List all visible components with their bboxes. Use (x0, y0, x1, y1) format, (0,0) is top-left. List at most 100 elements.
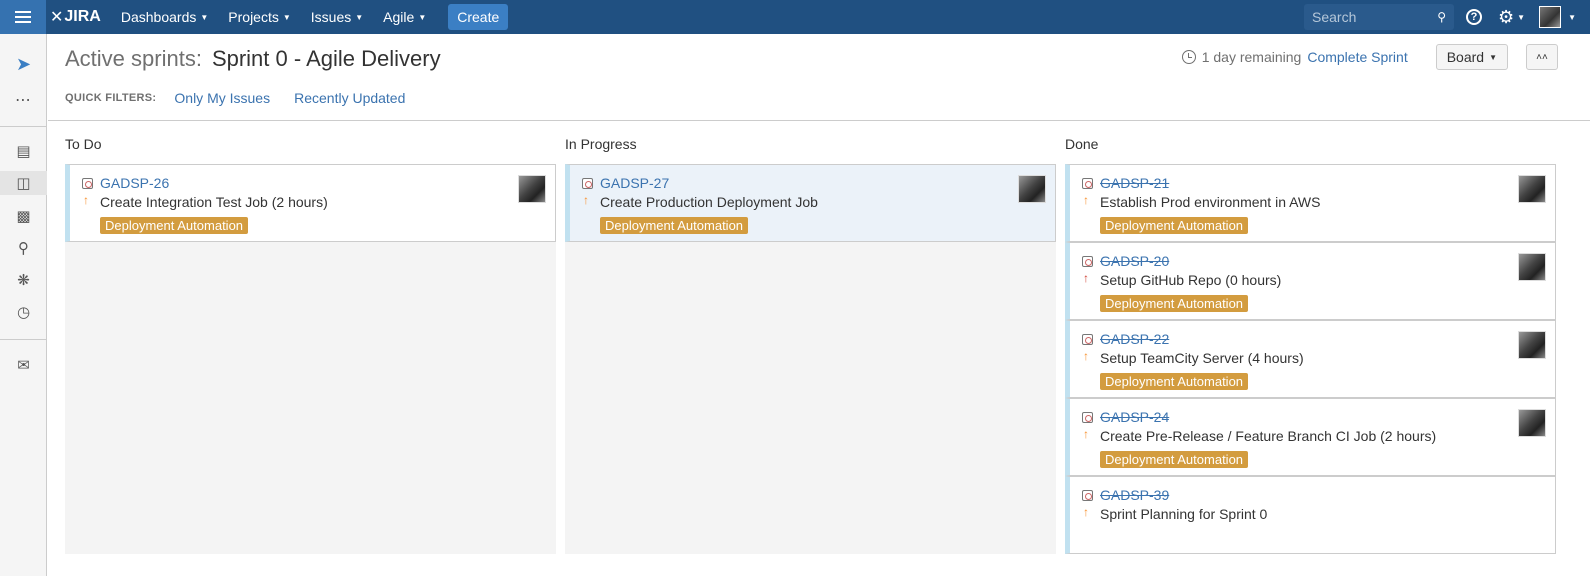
app-switcher-button[interactable] (0, 0, 46, 34)
issue-key[interactable]: GADSP-26 (100, 175, 169, 191)
page-title: Active sprints: Sprint 0 - Agile Delivery (65, 46, 441, 72)
assignee-avatar[interactable] (1518, 253, 1546, 281)
board-menu-button[interactable]: Board ▼ (1435, 44, 1508, 70)
issue-card[interactable]: GADSP-26 ↑ Create Integration Test Job (… (65, 164, 556, 242)
epic-label[interactable]: Deployment Automation (100, 217, 249, 234)
top-navigation-bar: ✕ JIRA Dashboards ▼ Projects ▼ Issues ▼ Agi… (0, 0, 1590, 34)
column-header-todo: To Do (65, 136, 102, 152)
issue-summary: Create Production Deployment Job (600, 194, 818, 210)
quick-filters-label: QUICK FILTERS: (65, 92, 157, 104)
nav-projects-label: Projects (228, 9, 279, 25)
chevron-down-icon: ▼ (282, 12, 291, 22)
issue-key[interactable]: GADSP-39 (1100, 487, 1169, 503)
epic-label[interactable]: Deployment Automation (1100, 373, 1249, 390)
column-header-done: Done (1065, 136, 1099, 152)
board-button-label: Board (1446, 49, 1485, 65)
issue-key[interactable]: GADSP-22 (1100, 331, 1169, 347)
project-rocket-icon[interactable]: ➤ (0, 50, 47, 78)
column-in-progress[interactable]: GADSP-27 ↑ Create Production Deployment … (565, 164, 1056, 554)
project-sidebar: ➤ ⋯ ▤ ◫ ▩ ⚲ ❋ ◷ ✉ (0, 34, 47, 576)
assignee-avatar[interactable] (1518, 331, 1546, 359)
task-type-icon (582, 178, 593, 189)
issue-key[interactable]: GADSP-21 (1100, 175, 1169, 191)
clock-icon (1181, 50, 1196, 64)
task-type-icon (1082, 178, 1093, 189)
active-sprints-icon[interactable]: ◫ (0, 171, 47, 195)
bug-icon[interactable]: ❋ (0, 268, 47, 292)
user-profile-menu[interactable]: ▼ (1539, 6, 1576, 28)
issue-summary: Establish Prod environment in AWS (1100, 194, 1321, 210)
priority-major-icon: ↑ (1083, 193, 1089, 207)
issue-key[interactable]: GADSP-20 (1100, 253, 1169, 269)
issue-summary: Sprint Planning for Sprint 0 (1100, 506, 1268, 522)
epic-label[interactable]: Deployment Automation (1100, 295, 1249, 312)
topbar-right-tools: Search ⚲ ? ⚙ ▼ ▼ (1304, 0, 1590, 34)
nav-issues[interactable]: Issues ▼ (301, 0, 373, 34)
assignee-avatar[interactable] (1518, 409, 1546, 437)
avatar (1539, 6, 1562, 28)
priority-critical-icon: ↑ (1083, 271, 1089, 285)
issue-summary: Setup TeamCity Server (4 hours) (1100, 350, 1304, 366)
hamburger-icon (15, 11, 31, 23)
issue-card[interactable]: GADSP-22 ↑ Setup TeamCity Server (4 hour… (1065, 320, 1556, 398)
quick-filter-only-my-issues[interactable]: Only My Issues (174, 90, 270, 106)
issue-key[interactable]: GADSP-24 (1100, 409, 1169, 425)
issue-card[interactable]: GADSP-20 ↑ Setup GitHub Repo (0 hours) D… (1065, 242, 1556, 320)
chevron-down-icon: ▼ (1568, 12, 1576, 22)
nav-dashboards[interactable]: Dashboards ▼ (111, 0, 218, 34)
create-button[interactable]: Create (448, 4, 509, 30)
priority-major-icon: ↑ (83, 193, 89, 207)
more-icon[interactable]: ⋯ (0, 88, 47, 112)
priority-major-icon: ↑ (1083, 505, 1089, 519)
issue-key[interactable]: GADSP-27 (600, 175, 669, 191)
column-todo[interactable]: GADSP-26 ↑ Create Integration Test Job (… (65, 164, 556, 554)
backlog-icon[interactable]: ▤ (0, 139, 47, 163)
double-chevron-up-icon: ˄˄ (1536, 51, 1548, 63)
page-title-prefix: Active sprints: (65, 46, 202, 71)
nav-projects[interactable]: Projects ▼ (218, 0, 301, 34)
sprint-name: Sprint 0 - Agile Delivery (211, 46, 441, 71)
issue-summary: Create Pre-Release / Feature Branch CI J… (1100, 428, 1437, 444)
releases-icon[interactable]: ◷ (0, 300, 47, 324)
header-divider (48, 120, 1590, 121)
chevron-down-icon: ▼ (200, 12, 209, 22)
issue-card[interactable]: GADSP-24 ↑ Create Pre-Release / Feature … (1065, 398, 1556, 476)
issue-card[interactable]: GADSP-39 ↑ Sprint Planning for Sprint 0 (1065, 476, 1556, 554)
issue-card[interactable]: GADSP-21 ↑ Establish Prod environment in… (1065, 164, 1556, 242)
logo-text: JIRA (64, 8, 101, 25)
nav-agile[interactable]: Agile ▼ (373, 0, 436, 34)
epic-label[interactable]: Deployment Automation (600, 217, 749, 234)
assignee-avatar[interactable] (1018, 175, 1046, 203)
assignee-avatar[interactable] (1518, 175, 1546, 203)
priority-major-icon: ↑ (1083, 427, 1089, 441)
chevron-down-icon: ▼ (1489, 52, 1497, 62)
search-input[interactable]: Search ⚲ (1304, 4, 1455, 30)
complete-sprint-link[interactable]: Complete Sprint (1307, 49, 1407, 65)
assignee-avatar[interactable] (518, 175, 546, 203)
sprint-actions: 1 day remaining Complete Sprint Board ▼ … (1181, 44, 1558, 70)
reports-icon[interactable]: ▩ (0, 204, 47, 228)
settings-menu[interactable]: ⚙ ▼ (1498, 8, 1525, 26)
task-type-icon (1082, 334, 1093, 345)
sidebar-divider (0, 126, 47, 127)
quick-filter-recently-updated[interactable]: Recently Updated (294, 90, 405, 106)
search-placeholder: Search (1312, 9, 1357, 25)
issue-card-selected[interactable]: GADSP-27 ↑ Create Production Deployment … (565, 164, 1056, 242)
sidebar-divider (0, 339, 47, 340)
task-type-icon (1082, 490, 1093, 501)
column-header-in-progress: In Progress (565, 136, 637, 152)
column-done[interactable]: GADSP-21 ↑ Establish Prod environment in… (1065, 164, 1556, 554)
feedback-megaphone-icon[interactable]: ✉ (0, 353, 47, 377)
task-type-icon (1082, 256, 1093, 267)
quick-filters-bar: QUICK FILTERS: Only My Issues Recently U… (65, 90, 429, 106)
collapse-header-button[interactable]: ˄˄ (1526, 44, 1558, 70)
jira-logo[interactable]: ✕ JIRA (50, 7, 101, 27)
epic-label[interactable]: Deployment Automation (1100, 217, 1249, 234)
epic-label[interactable]: Deployment Automation (1100, 451, 1249, 468)
issues-search-icon[interactable]: ⚲ (0, 236, 47, 260)
help-icon[interactable]: ? (1466, 9, 1483, 25)
issue-summary: Create Integration Test Job (2 hours) (100, 194, 328, 210)
priority-major-icon: ↑ (1083, 349, 1089, 363)
task-type-icon (1082, 412, 1093, 423)
gear-icon: ⚙ (1498, 7, 1515, 27)
